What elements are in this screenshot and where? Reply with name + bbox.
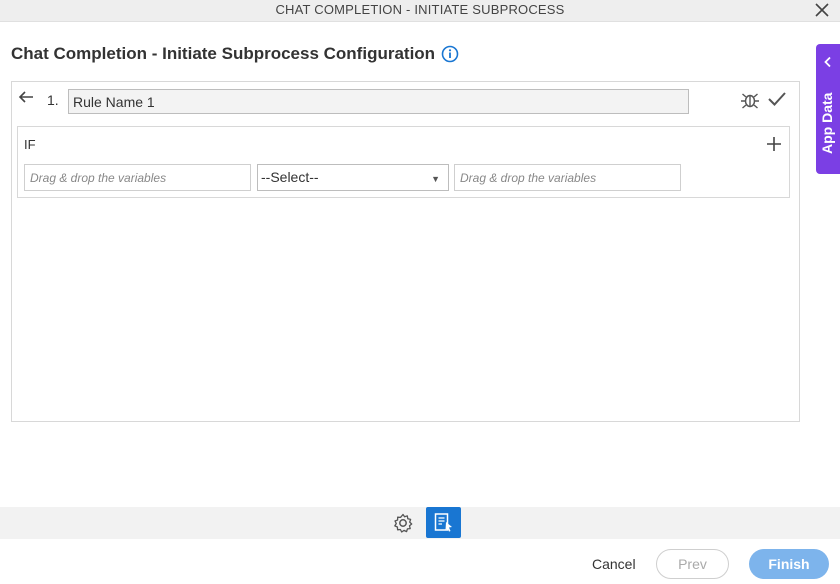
cancel-button[interactable]: Cancel <box>592 556 636 572</box>
dropdown-arrow-icon: ▼ <box>431 174 440 184</box>
window-title: CHAT COMPLETION - INITIATE SUBPROCESS <box>275 2 565 17</box>
document-view-button[interactable] <box>426 507 461 538</box>
plus-icon[interactable] <box>766 136 782 152</box>
footer: Cancel Prev Finish <box>0 539 840 584</box>
if-label: IF <box>24 137 36 152</box>
document-icon <box>434 513 452 532</box>
left-variable-dropzone[interactable]: Drag & drop the variables <box>24 164 251 191</box>
rule-name-input[interactable] <box>68 89 689 114</box>
title-bar: CHAT COMPLETION - INITIATE SUBPROCESS <box>0 0 840 22</box>
rule-number: 1. <box>47 92 59 108</box>
finish-button[interactable]: Finish <box>749 549 829 579</box>
bug-icon[interactable] <box>739 89 761 109</box>
page-title: Chat Completion - Initiate Subprocess Co… <box>11 44 436 63</box>
right-variable-dropzone[interactable]: Drag & drop the variables <box>454 164 681 191</box>
gear-icon[interactable] <box>392 512 414 534</box>
prev-button[interactable]: Prev <box>656 549 729 579</box>
back-arrow-icon[interactable] <box>18 90 34 104</box>
chevron-left-icon <box>824 56 831 68</box>
rule-panel: 1. IF Drag & drop the variables --Select… <box>11 81 800 422</box>
app-data-tab[interactable]: App Data <box>816 44 840 174</box>
close-icon[interactable] <box>813 1 831 19</box>
if-condition-box: IF Drag & drop the variables --Select-- … <box>17 126 790 198</box>
operator-select[interactable]: --Select-- ▼ <box>257 164 449 191</box>
operator-select-value: --Select-- <box>261 169 319 185</box>
app-data-label: App Data <box>819 92 835 154</box>
info-icon[interactable] <box>441 45 459 63</box>
bottom-toolbar <box>0 507 840 539</box>
check-icon[interactable] <box>767 90 787 108</box>
